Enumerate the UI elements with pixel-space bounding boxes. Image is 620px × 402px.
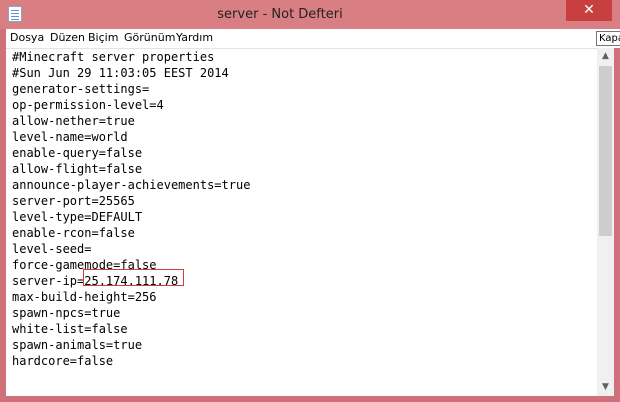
text-line: #Minecraft server properties [12,50,215,64]
scroll-up-icon[interactable]: ▲ [597,48,614,65]
menu-view[interactable]: Görünüm [124,31,175,44]
menu-help[interactable]: Yardım [176,31,213,44]
text-line: announce-player-achievements=true [12,178,251,192]
text-line: op-permission-level=4 [12,98,164,112]
text-editor[interactable]: #Minecraft server properties #Sun Jun 29… [6,48,597,397]
text-line: hardcore=false [12,354,114,368]
text-line: generator-settings= [12,82,150,96]
menu-bar: Dosya Düzen Biçim Görünüm Yardım [6,29,620,48]
text-line: level-seed= [12,242,92,256]
text-line: max-build-height=256 [12,290,157,304]
window-title: server - Not Defteri [217,7,343,22]
menu-file[interactable]: Dosya [10,31,44,44]
text-line: server-port=25565 [12,194,135,208]
text-line: enable-query=false [12,146,143,160]
close-button[interactable]: ✕ [566,0,612,21]
vertical-scrollbar[interactable]: ▲ ▼ [597,48,614,396]
text-line: allow-nether=true [12,114,135,128]
menu-edit[interactable]: Düzen [50,31,85,44]
text-line: level-name=world [12,130,128,144]
notepad-window: server - Not Defteri ✕ Dosya Düzen Biçim… [0,0,620,402]
text-line: enable-rcon=false [12,226,135,240]
text-line: white-list=false [12,322,128,336]
text-line: level-type=DEFAULT [12,210,143,224]
ip-highlight-box [83,269,184,286]
text-line: spawn-animals=true [12,338,143,352]
text-line: allow-flight=false [12,162,143,176]
title-bar[interactable]: server - Not Defteri ✕ [0,0,620,29]
scroll-thumb[interactable] [599,66,612,236]
window-bottom-border [6,396,614,402]
close-tooltip: Kapat [596,31,620,46]
scroll-down-icon[interactable]: ▼ [597,379,614,396]
menu-format[interactable]: Biçim [88,31,118,44]
text-line: spawn-npcs=true [12,306,121,320]
text-line: #Sun Jun 29 11:03:05 EEST 2014 [12,66,229,80]
